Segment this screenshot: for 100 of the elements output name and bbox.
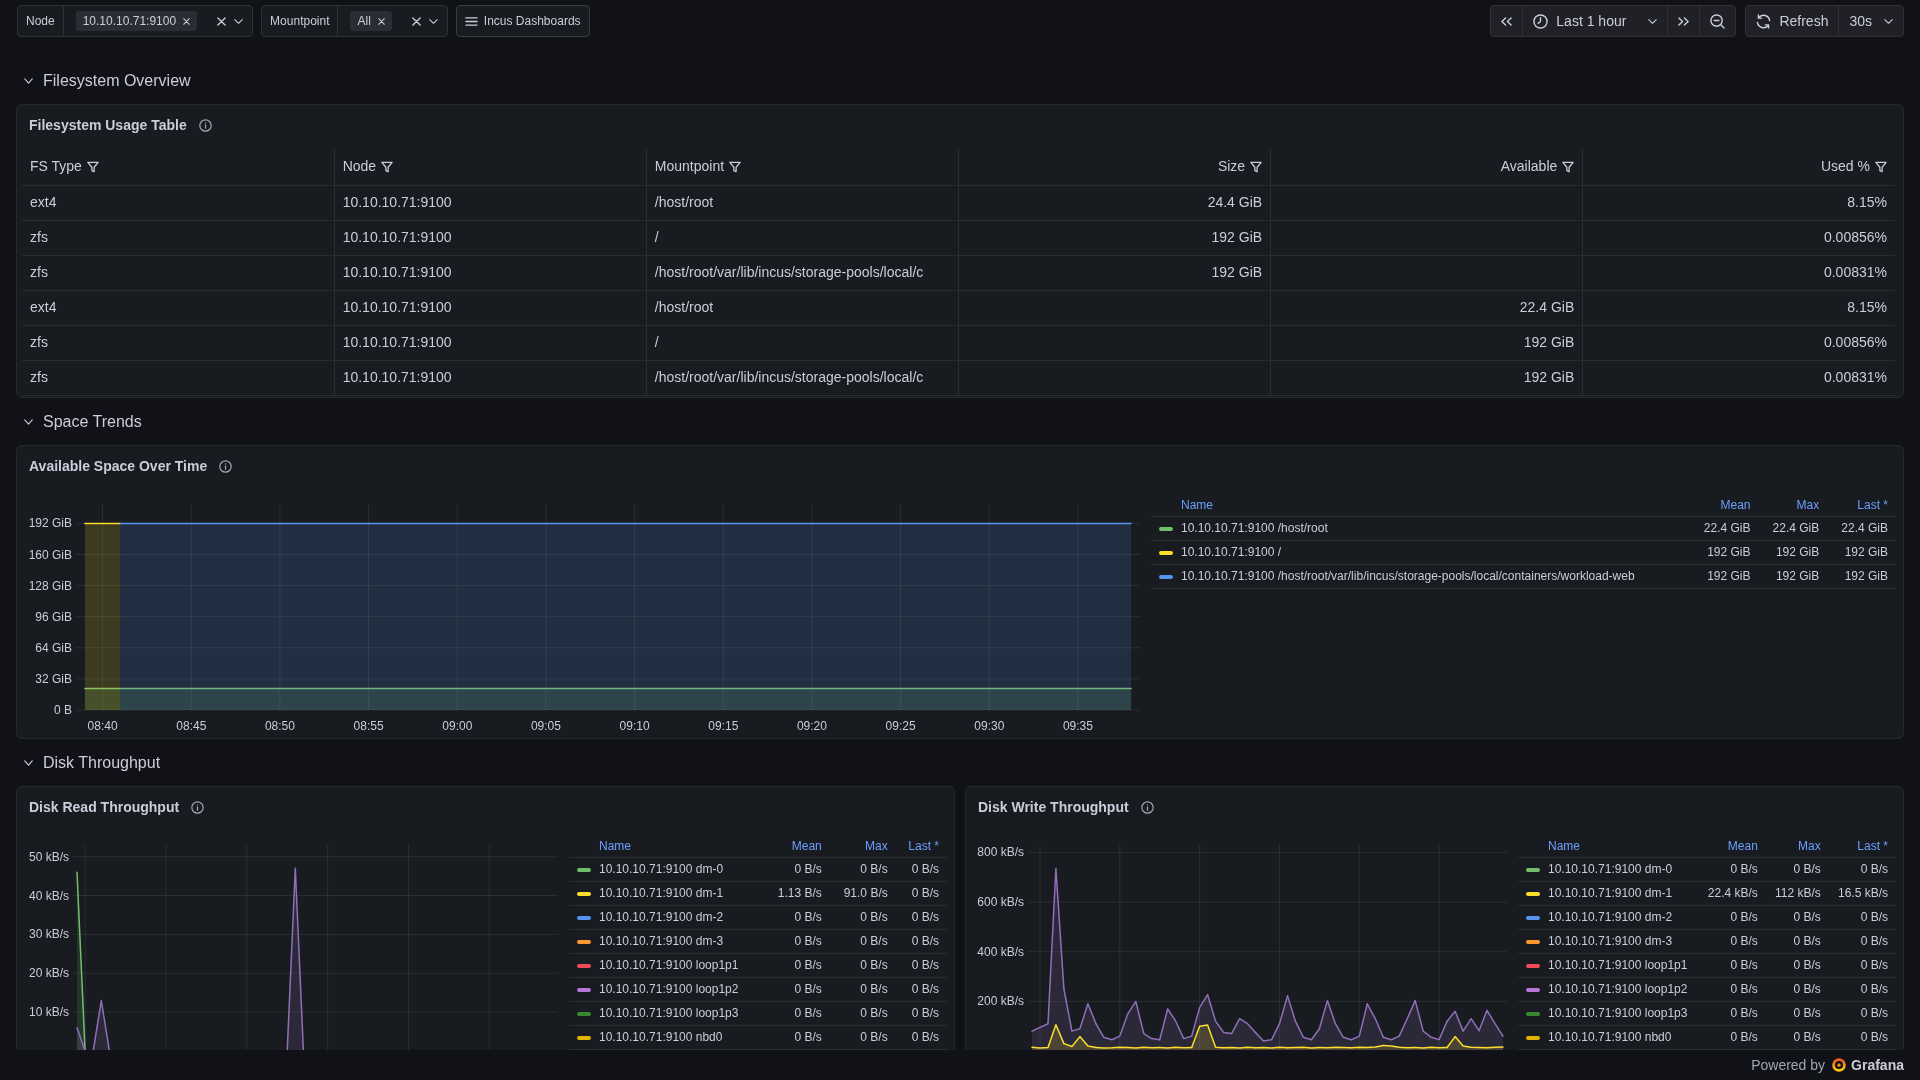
legend-value: 22.4 GiB bbox=[1827, 516, 1896, 540]
column-header[interactable]: Available bbox=[1270, 149, 1583, 185]
legend-column-header[interactable]: Mean bbox=[763, 835, 830, 857]
menu-icon bbox=[464, 16, 478, 26]
info-icon[interactable] bbox=[1140, 800, 1154, 814]
legend-series-name[interactable]: 10.10.10.71:9100 loop1p2 bbox=[1548, 982, 1688, 996]
legend-column-header[interactable]: Name bbox=[1518, 835, 1699, 857]
legend-series-name[interactable]: 10.10.10.71:9100 dm-3 bbox=[1548, 934, 1673, 948]
legend-value: 0 B/s bbox=[895, 1001, 947, 1025]
info-icon[interactable] bbox=[191, 800, 205, 814]
refresh-interval-picker[interactable]: 30s bbox=[1838, 6, 1903, 36]
legend-value: 0 B/s bbox=[1828, 1001, 1896, 1025]
legend-series-name[interactable]: 10.10.10.71:9100 dm-0 bbox=[599, 862, 724, 876]
column-header[interactable]: Node bbox=[334, 149, 647, 185]
legend-value: 0 B/s bbox=[763, 1025, 830, 1049]
legend-value: 0 B/s bbox=[1765, 929, 1829, 953]
table-cell: 192 GiB bbox=[958, 255, 1271, 290]
legend-value: 0 B/s bbox=[1765, 1001, 1829, 1025]
legend-series-name[interactable]: 10.10.10.71:9100 nbd0 bbox=[1548, 1030, 1672, 1044]
y-axis-label: 10 kB/s bbox=[28, 1005, 69, 1020]
legend-column-header[interactable]: Name bbox=[569, 835, 764, 857]
legend-column-header[interactable]: Max bbox=[829, 835, 896, 857]
x-axis-label: 09:00 bbox=[442, 719, 473, 733]
zoom-out-icon bbox=[1710, 13, 1726, 29]
filter-icon[interactable] bbox=[729, 160, 742, 173]
filter-icon[interactable] bbox=[1562, 160, 1575, 173]
legend-column-header[interactable]: Max bbox=[1758, 494, 1828, 516]
x-axis-label: 09:30 bbox=[974, 719, 1005, 733]
legend-series-name[interactable]: 10.10.10.71:9100 loop1p2 bbox=[599, 982, 739, 996]
table-cell: zfs bbox=[22, 220, 335, 255]
legend-series-name[interactable]: 10.10.10.71:9100 / bbox=[1181, 545, 1282, 559]
dashboard-links-button[interactable]: Incus Dashboards bbox=[455, 5, 590, 37]
x-axis-label: 08:45 bbox=[176, 719, 207, 733]
y-axis-label: 40 kB/s bbox=[28, 888, 69, 903]
table-cell: 10.10.10.71:9100 bbox=[334, 255, 647, 290]
filter-icon[interactable] bbox=[1875, 160, 1887, 173]
x-axis-label: 08:50 bbox=[264, 719, 295, 733]
legend-value: 0 B/s bbox=[1698, 1001, 1766, 1025]
table-cell: /host/root bbox=[646, 185, 959, 220]
footer-link[interactable]: Powered by Grafana bbox=[1751, 1054, 1904, 1076]
legend-series-name[interactable]: 10.10.10.71:9100 dm-3 bbox=[599, 934, 724, 948]
legend-value: 192 GiB bbox=[1758, 564, 1828, 588]
row-toggle[interactable]: Disk Throughput bbox=[16, 746, 167, 779]
legend-value: 1.13 B/s bbox=[763, 881, 830, 905]
legend-series-name[interactable]: 10.10.10.71:9100 /host/root bbox=[1181, 521, 1328, 535]
legend-column-header[interactable]: Last * bbox=[1827, 494, 1896, 516]
x-axis-label: 09:20 bbox=[796, 719, 827, 733]
y-axis-label: 96 GiB bbox=[35, 609, 72, 624]
legend-series-name[interactable]: 10.10.10.71:9100 /host/root/var/lib/incus/storage-pools/local/containers/workload-web bbox=[1181, 569, 1635, 583]
legend-series-name[interactable]: 10.10.10.71:9100 loop1p3 bbox=[1548, 1006, 1688, 1020]
legend-series-name[interactable]: 10.10.10.71:9100 dm-2 bbox=[1548, 910, 1673, 924]
table-cell: 0.00856% bbox=[1582, 220, 1895, 255]
refresh-button[interactable]: Refresh bbox=[1746, 6, 1839, 36]
filter-icon[interactable] bbox=[381, 160, 394, 173]
column-header[interactable]: Size bbox=[958, 149, 1271, 185]
legend-value: 0 B/s bbox=[1828, 977, 1896, 1001]
legend-value: 0 B/s bbox=[829, 929, 896, 953]
legend-value: 0 B/s bbox=[1765, 977, 1829, 1001]
legend-column-header[interactable]: Mean bbox=[1689, 494, 1759, 516]
legend-series-name[interactable]: 10.10.10.71:9100 loop1p1 bbox=[1548, 958, 1688, 972]
x-axis-label: 08:55 bbox=[353, 719, 384, 733]
legend-series-name[interactable]: 10.10.10.71:9100 dm-1 bbox=[1548, 886, 1673, 900]
filter-icon[interactable] bbox=[86, 160, 99, 173]
logo-icon bbox=[1832, 1058, 1847, 1072]
table-cell: 8.15% bbox=[1582, 185, 1895, 220]
legend-series-name[interactable]: 10.10.10.71:9100 nbd0 bbox=[599, 1030, 723, 1044]
legend-value: 192 GiB bbox=[1758, 540, 1828, 564]
filter-icon[interactable] bbox=[1250, 160, 1263, 173]
legend-value: 0 B/s bbox=[895, 1025, 947, 1049]
legend-series-name[interactable]: 10.10.10.71:9100 dm-2 bbox=[599, 910, 724, 924]
legend-column-header[interactable]: Last * bbox=[1828, 835, 1896, 857]
x-axis-label: 09:15 bbox=[708, 719, 739, 733]
legend-value: 0 B/s bbox=[763, 905, 830, 929]
legend-column-header[interactable]: Name bbox=[1151, 494, 1690, 516]
legend-column-header[interactable]: Max bbox=[1765, 835, 1829, 857]
legend-series-name[interactable]: 10.10.10.71:9100 loop1p1 bbox=[599, 958, 739, 972]
table-cell: 192 GiB bbox=[1270, 325, 1583, 360]
y-axis-label: 800 kB/s bbox=[977, 845, 1024, 860]
legend-column-header[interactable]: Last * bbox=[895, 835, 947, 857]
x-axis-label: 09:10 bbox=[619, 719, 650, 733]
column-header[interactable]: FS Type bbox=[22, 149, 335, 185]
column-header[interactable]: Used % bbox=[1582, 149, 1895, 185]
y-axis-label: 200 kB/s bbox=[977, 994, 1024, 1009]
info-icon[interactable] bbox=[219, 459, 233, 473]
row-toggle[interactable]: Filesystem Overview bbox=[16, 64, 197, 97]
legend-value: 0 B/s bbox=[1698, 977, 1766, 1001]
table-cell: zfs bbox=[22, 360, 335, 395]
legend-series-name[interactable]: 10.10.10.71:9100 dm-0 bbox=[1548, 862, 1673, 876]
table-cell: zfs bbox=[22, 325, 335, 360]
legend-column-header[interactable]: Mean bbox=[1698, 835, 1766, 857]
y-axis-label: 30 kB/s bbox=[28, 927, 69, 942]
legend-value: 192 GiB bbox=[1689, 564, 1759, 588]
legend-series-name[interactable]: 10.10.10.71:9100 loop1p3 bbox=[599, 1006, 739, 1020]
legend-value: 0 B/s bbox=[829, 953, 896, 977]
table-cell: 0.00831% bbox=[1582, 255, 1895, 290]
legend-series-name[interactable]: 10.10.10.71:9100 dm-1 bbox=[599, 886, 724, 900]
column-header[interactable]: Mountpoint bbox=[646, 149, 959, 185]
row-toggle[interactable]: Space Trends bbox=[16, 405, 148, 438]
info-icon[interactable] bbox=[198, 118, 212, 132]
legend-value: 0 B/s bbox=[763, 929, 830, 953]
